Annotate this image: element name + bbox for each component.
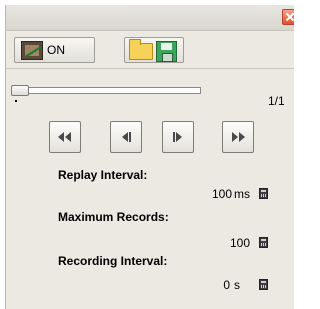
record-toggle-button[interactable]: ON — [14, 37, 95, 63]
maximum-records-value: 100 — [229, 236, 250, 250]
record-toggle-label: ON — [47, 43, 65, 57]
replay-panel: ON 1/1 Replay Interval: 100 ms Maximum R… — [5, 5, 294, 309]
last-frame-button[interactable] — [222, 121, 254, 153]
toolbar: ON — [6, 31, 294, 69]
replay-interval-label: Replay Interval: — [58, 168, 148, 182]
step-back-icon — [122, 132, 131, 142]
file-buttons — [124, 37, 184, 63]
slider-tick-mark — [15, 100, 17, 102]
maximum-records-label: Maximum Records: — [58, 210, 169, 224]
film-record-icon — [21, 41, 43, 60]
replay-interval-calculator-icon[interactable] — [259, 188, 268, 199]
close-button[interactable] — [282, 9, 294, 25]
step-forward-icon — [173, 132, 182, 142]
timeline-slider-thumb[interactable] — [11, 85, 29, 96]
recording-interval-unit: s — [234, 278, 240, 292]
replay-interval-value: 100 — [211, 187, 232, 201]
replay-interval-unit: ms — [234, 187, 250, 201]
save-icon[interactable] — [156, 41, 177, 62]
recording-interval-label: Recording Interval: — [58, 254, 168, 268]
rewind-icon — [58, 132, 71, 142]
maximum-records-calculator-icon[interactable] — [259, 237, 268, 248]
open-folder-icon[interactable] — [129, 39, 153, 60]
title-bar — [6, 5, 294, 31]
fast-forward-icon — [232, 132, 245, 142]
recording-interval-calculator-icon[interactable] — [259, 279, 268, 290]
frame-counter: 1/1 — [268, 94, 285, 108]
previous-frame-button[interactable] — [110, 121, 142, 153]
timeline-slider-track[interactable] — [15, 87, 201, 94]
first-frame-button[interactable] — [49, 121, 81, 153]
recording-interval-value: 0 — [223, 278, 230, 292]
next-frame-button[interactable] — [162, 121, 194, 153]
